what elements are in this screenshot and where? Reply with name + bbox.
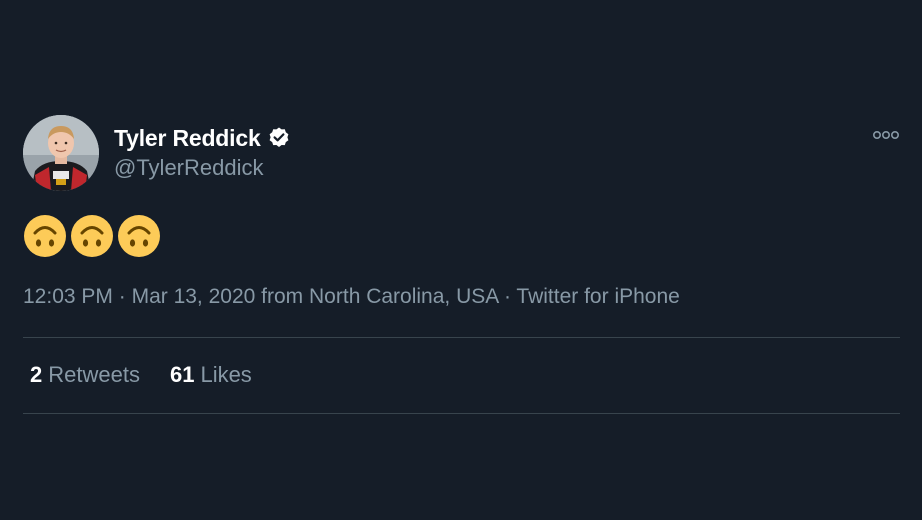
- tweet-location[interactable]: North Carolina, USA: [309, 285, 498, 308]
- retweets-label: Retweets: [48, 362, 140, 387]
- avatar-image: [23, 115, 99, 191]
- likes-label: Likes: [200, 362, 252, 387]
- meta-separator: ·: [503, 285, 511, 308]
- tweet-source[interactable]: Twitter for iPhone: [516, 285, 679, 308]
- display-name[interactable]: Tyler Reddick: [114, 125, 261, 152]
- divider: [23, 413, 900, 414]
- tweet-card: Tyler Reddick @TylerReddick 12:03 PM · M…: [0, 0, 922, 520]
- meta-separator: ·: [118, 285, 126, 308]
- retweets-count: 2: [30, 362, 43, 387]
- tweet-metadata: 12:03 PM · Mar 13, 2020 from North Carol…: [23, 285, 680, 309]
- upside-down-face-emoji: [118, 215, 160, 257]
- likes-stat[interactable]: 61 Likes: [170, 362, 252, 388]
- tweet-content: [23, 214, 161, 258]
- more-options-icon[interactable]: [872, 128, 900, 142]
- likes-count: 61: [169, 362, 195, 387]
- avatar[interactable]: [23, 115, 99, 191]
- author-handle[interactable]: @TylerReddick: [114, 155, 264, 181]
- upside-down-face-emoji: [24, 215, 66, 257]
- verified-badge-icon: [267, 126, 291, 150]
- divider: [23, 337, 900, 338]
- tweet-time[interactable]: 12:03 PM: [23, 285, 113, 308]
- engagement-stats: 2 Retweets 61 Likes: [30, 362, 282, 388]
- tweet-date[interactable]: Mar 13, 2020: [132, 285, 256, 308]
- upside-down-face-emoji: [71, 215, 113, 257]
- location-prefix: from: [261, 285, 304, 308]
- author-name-row: Tyler Reddick: [114, 122, 291, 154]
- retweets-stat[interactable]: 2 Retweets: [30, 362, 140, 388]
